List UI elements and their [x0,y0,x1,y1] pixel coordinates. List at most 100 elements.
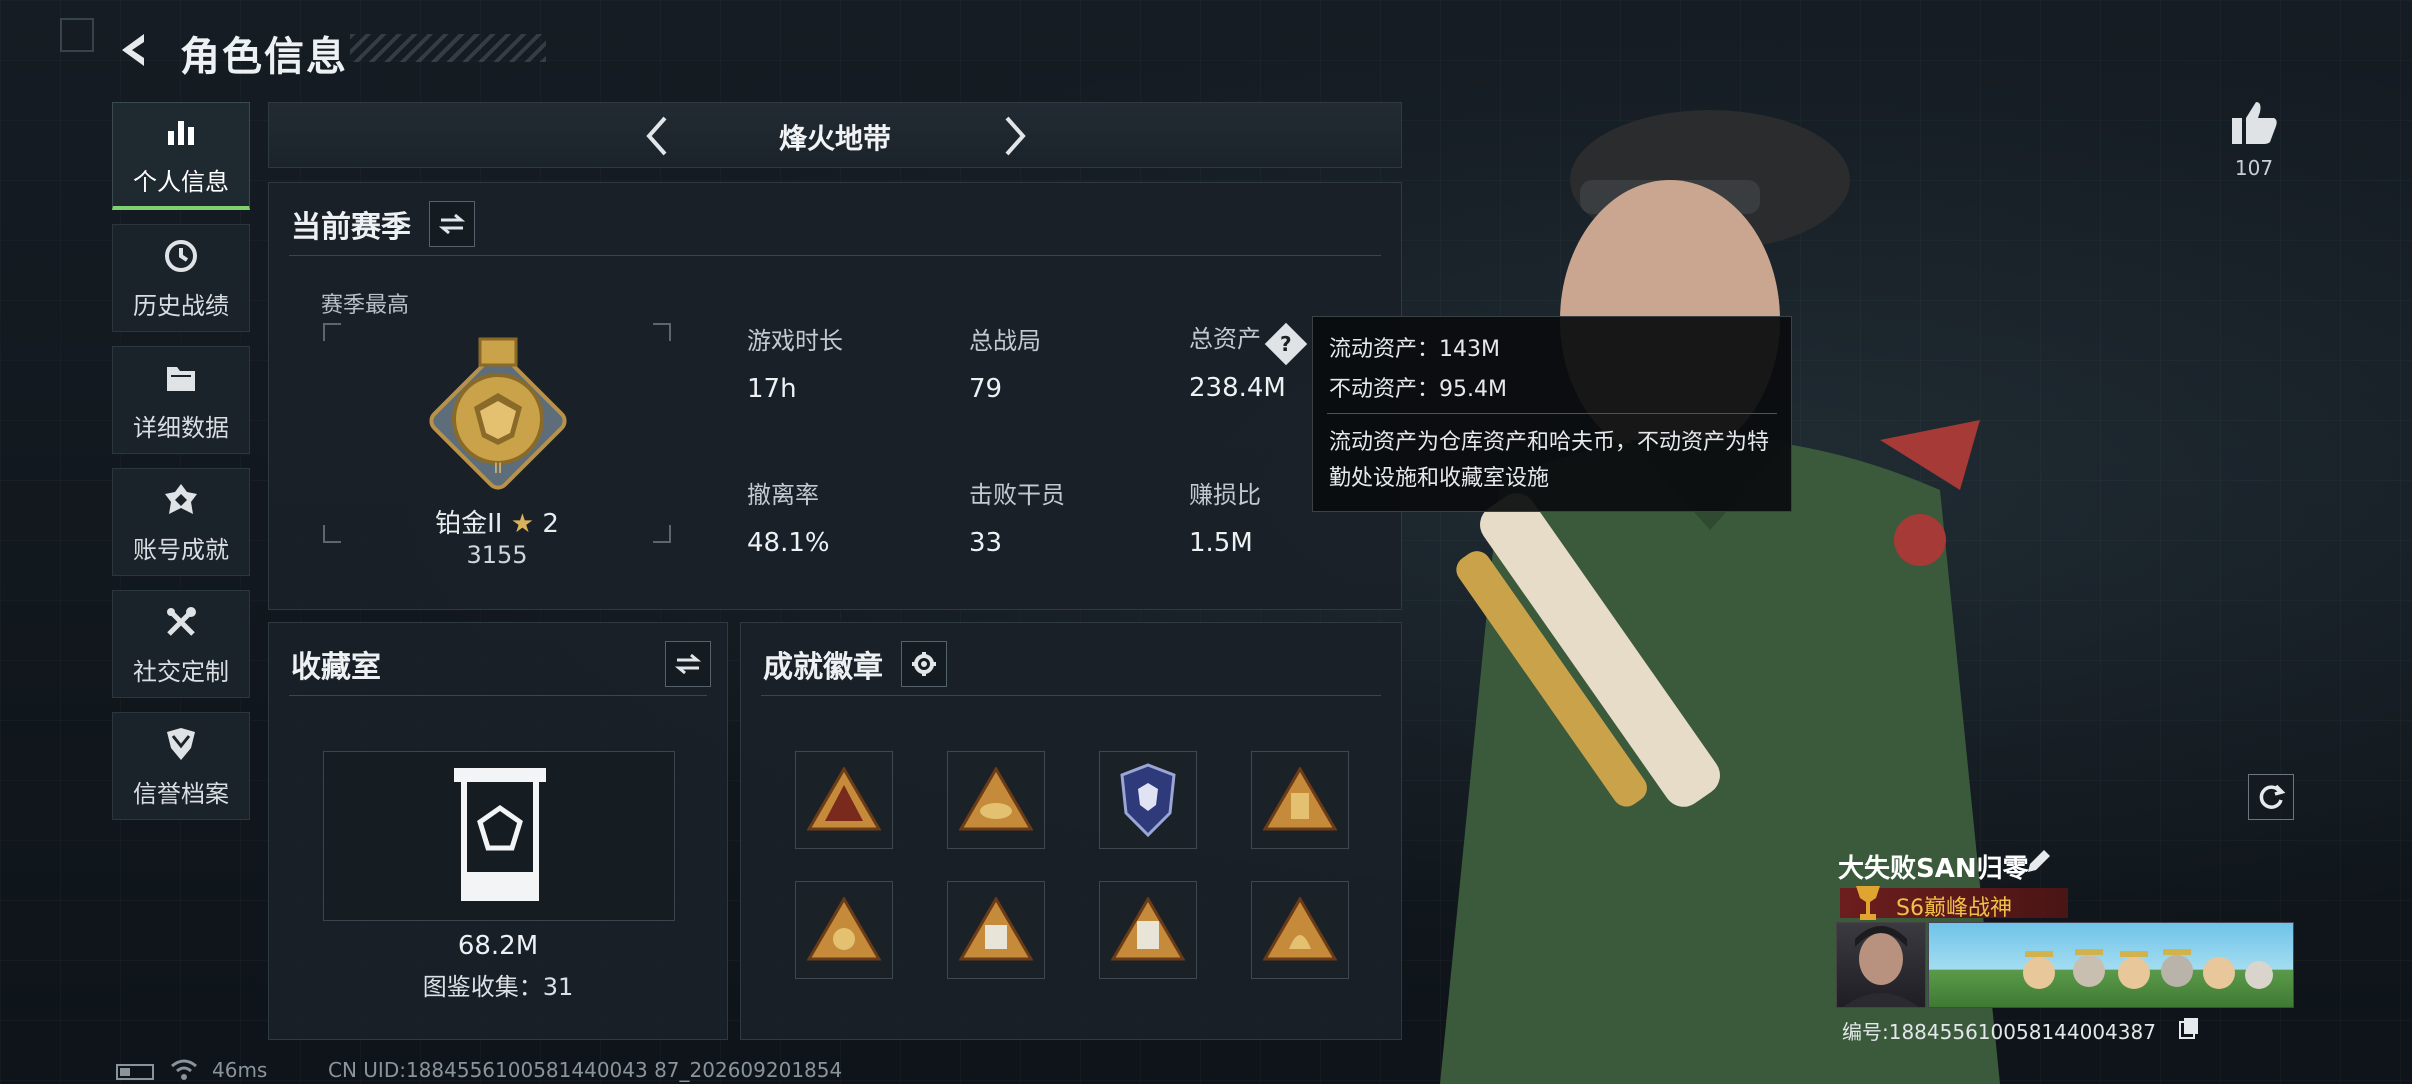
next-mode-button[interactable] [991,111,1041,161]
triangle-badge-icon [959,767,1033,831]
uid-text: CN UID:1884556100581440043 87_2026092018… [328,1058,843,1082]
triangle-badge-icon [1263,767,1337,831]
achievements-title: 成就徽章 [763,650,883,685]
divider [289,695,707,696]
divider [289,255,1381,256]
stat-label: 撤离率 [747,481,819,509]
profile-banner[interactable] [1928,922,2294,1008]
credit-shield-icon [161,724,201,764]
ping-text: 46ms [212,1058,268,1082]
history-clock-icon [161,236,201,276]
stat-operators-defeated: 击败干员 33 [969,475,1065,558]
avatar[interactable] [1836,922,1926,1008]
collection-value: 68.2M [457,931,539,961]
title-stripes [350,34,546,62]
collection-count: 图鉴收集：31 [422,973,574,1001]
player-name: 大失败SAN归零 [1838,854,2029,884]
svg-text:II: II [494,461,502,477]
sidebar-item-match-history[interactable]: 历史战绩 [112,224,250,332]
back-arrow-icon [122,34,144,66]
folder-icon [161,358,201,398]
badge-settings-button[interactable] [901,641,947,687]
pencil-icon [2028,850,2050,872]
collection-title: 收藏室 [291,650,381,685]
chevron-right-icon [1005,116,1026,156]
divider [761,695,1381,696]
sidebar-item-label: 历史战绩 [133,291,229,320]
season-title: 当前赛季 [291,210,411,245]
sidebar-item-social-custom[interactable]: 社交定制 [112,590,250,698]
triangle-badge-icon [807,897,881,961]
sidebar-item-personal-info[interactable]: 个人信息 [112,102,250,210]
stat-extraction-rate: 撤离率 48.1% [747,475,830,558]
assets-description: 流动资产为仓库资产和哈夫币，不动资产为特勤处设施和收藏室设施 [1329,430,1770,491]
season-header: 当前赛季 [291,201,475,247]
tooltip-divider [1327,413,1777,414]
title-badge-text: S6巅峰战神 [1896,896,2012,921]
triangle-badge-icon [1263,897,1337,961]
player-id: 编号:1884556100581440043​87 [1842,1020,2156,1044]
stat-label: 击败干员 [969,481,1065,509]
switch-season-button[interactable] [429,201,475,247]
vault-icon [454,768,546,901]
triangle-badge-icon [959,897,1033,961]
stat-value: 1.5M [1189,528,1253,558]
root: 角色信息 个人信息 历史战绩 详细数据 账号成就 社交定制 信誉档案 烽火地带 … [0,0,2412,1084]
like-button[interactable]: 107 [2226,100,2282,180]
rotate-button[interactable] [2248,774,2294,820]
achievement-badge[interactable] [947,751,1045,849]
swap-icon [675,653,701,675]
liquid-assets: 流动资产：143M [1329,337,1500,362]
thumbs-up-icon [2232,102,2277,144]
stat-label-text: 总资产 [1189,325,1261,353]
achievement-badge[interactable] [1251,881,1349,979]
stat-value: 48.1% [747,528,830,558]
swap-icon [439,213,465,235]
tools-icon [161,602,201,642]
rank-line: 铂金II ★ 2 [323,503,671,540]
sidebar: 个人信息 历史战绩 详细数据 账号成就 社交定制 信誉档案 [112,102,250,834]
achievement-badge[interactable] [1099,881,1197,979]
shield-badge-icon [1120,763,1176,837]
stat-profit-loss: 赚损比 1.5M [1189,475,1261,558]
triangle-badge-icon [1111,897,1185,961]
help-icon[interactable]: ? [1264,322,1308,366]
achievement-badge[interactable] [795,751,893,849]
back-button[interactable] [112,28,156,72]
trophy-icon [1856,886,1880,920]
sidebar-item-label: 信誉档案 [133,779,229,808]
stat-value: 17h [747,374,797,404]
sidebar-item-label: 账号成就 [133,535,229,564]
collection-header: 收藏室 [291,641,711,687]
sidebar-item-detailed-data[interactable]: 详细数据 [112,346,250,454]
stat-value: 238.4M [1189,373,1286,403]
season-best-label: 赛季最高 [321,293,410,318]
triangle-badge-icon [807,767,881,831]
achievement-badge[interactable] [947,881,1045,979]
corner-decoration [60,18,94,52]
mode-title: 烽火地带 [778,122,891,155]
collection-room-panel[interactable]: 收藏室 68.2M 图鉴收集：31 [268,622,728,1040]
achievement-badge[interactable] [795,881,893,979]
sidebar-item-account-achievements[interactable]: 账号成就 [112,468,250,576]
sidebar-item-credit-record[interactable]: 信誉档案 [112,712,250,820]
edit-name-button[interactable] [2024,848,2054,878]
gear-icon [912,652,936,676]
stat-label: 赚损比 [1189,481,1261,509]
achievement-badge[interactable] [1099,751,1197,849]
switch-collection-button[interactable] [665,641,711,687]
wifi-icon [170,1058,198,1082]
assets-tooltip: 流动资产：143M 不动资产：95.4M 流动资产为仓库资产和哈夫币，不动资产为… [1312,316,1792,512]
page-title: 角色信息 [180,34,348,80]
fixed-assets: 不动资产：95.4M [1329,377,1507,402]
achievement-badge[interactable] [1251,751,1349,849]
stat-label: 游戏时长 [747,327,843,355]
rank-points: 3155 [466,541,528,569]
bar-chart-icon [161,112,201,152]
title-badge: S6巅峰战神 [1840,886,2068,921]
sidebar-item-label: 社交定制 [133,657,229,686]
copy-id-button[interactable] [2178,1016,2200,1040]
star-icon: ★ [510,509,535,539]
stat-play-time: 游戏时长 17h [747,321,843,404]
stat-label: 总资产? [1189,319,1308,366]
